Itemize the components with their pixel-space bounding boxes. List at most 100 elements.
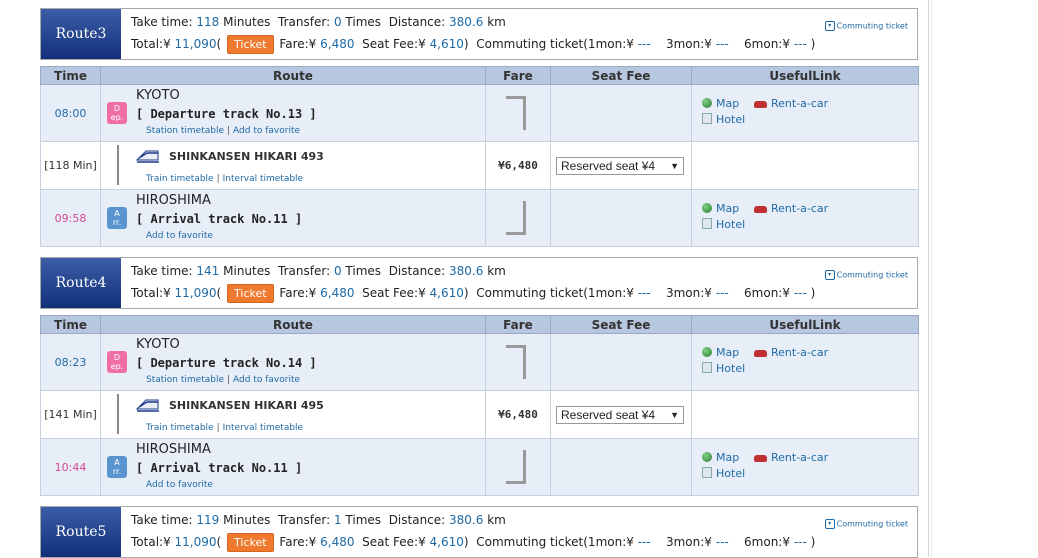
- add-favorite-link[interactable]: Add to favorite: [233, 126, 300, 136]
- total-value: 11,090: [174, 286, 217, 300]
- add-favorite-link[interactable]: Add to favorite: [146, 480, 213, 490]
- total-value: 11,090: [174, 535, 217, 549]
- commuting-ticket-link[interactable]: ▾ Commuting ticket: [824, 519, 908, 529]
- rent-a-car-link[interactable]: Rent-a-car: [754, 346, 828, 359]
- route-badge[interactable]: Route4: [41, 258, 121, 308]
- th-route: Route: [100, 315, 486, 334]
- train-fare: ¥6,480: [485, 141, 551, 190]
- route-summary-line2: Total:¥ 11,090( Ticket Fare:¥ 6,480 Seat…: [131, 533, 815, 552]
- departure-time: 08:23: [40, 333, 101, 391]
- page-divider-2: [931, 0, 932, 557]
- seat-fee-value: 4,610: [429, 535, 464, 549]
- station-links: Add to favorite: [146, 231, 213, 241]
- hotel-link[interactable]: Hotel: [702, 113, 745, 126]
- commuting-ticket-link-label: Commuting ticket: [836, 21, 908, 31]
- car-icon: [754, 206, 767, 213]
- rent-a-car-link[interactable]: Rent-a-car: [754, 202, 828, 215]
- distance-value: 380.6: [449, 15, 484, 29]
- th-seat-fee: Seat Fee: [550, 66, 692, 85]
- chevron-down-icon: ▼: [670, 409, 679, 420]
- map-link[interactable]: Map: [702, 346, 739, 359]
- fare-bracket-cell: [485, 189, 551, 247]
- fare-bracket-bottom: [506, 450, 526, 484]
- useful-links-departure: Map Rent-a-car Hotel: [691, 333, 919, 391]
- distance-value: 380.6: [449, 264, 484, 278]
- add-favorite-link[interactable]: Add to favorite: [146, 231, 213, 241]
- globe-icon: [702, 203, 712, 213]
- train-timetable-link[interactable]: Train timetable: [146, 423, 214, 433]
- seat-type-value: Reserved seat ¥4: [561, 158, 656, 173]
- hotel-icon: [702, 467, 712, 478]
- station-timetable-link[interactable]: Station timetable: [146, 126, 224, 136]
- station-timetable-link[interactable]: Station timetable: [146, 375, 224, 385]
- hotel-link[interactable]: Hotel: [702, 467, 745, 480]
- route-summary-line2: Total:¥ 11,090( Ticket Fare:¥ 6,480 Seat…: [131, 35, 815, 54]
- fare-bracket-top: [506, 96, 526, 130]
- train-cell: SHINKANSEN HIKARI 493 Train timetable | In…: [100, 141, 486, 190]
- take-time-label: Take time:: [131, 15, 193, 29]
- fare-bracket-cell: [485, 84, 551, 142]
- hotel-link[interactable]: Hotel: [702, 362, 745, 375]
- distance-label: Distance:: [388, 15, 446, 29]
- hotel-icon: [702, 218, 712, 229]
- seat-fee-empty: [550, 438, 692, 496]
- commuting-3mon-label: 3mon:¥: [665, 37, 712, 51]
- route-badge[interactable]: Route5: [41, 507, 121, 557]
- seat-type-select[interactable]: Reserved seat ¥4 ▼: [556, 156, 684, 175]
- add-favorite-link[interactable]: Add to favorite: [233, 375, 300, 385]
- departure-station-cell: Dep. KYOTO [ Departure track No.13 ] Sta…: [100, 84, 486, 142]
- take-time-value: 118: [196, 15, 220, 29]
- route-summary-line1: Take time: 118 Minutes Transfer: 0 Times…: [131, 15, 506, 29]
- arrival-station-cell: Arr. HIROSHIMA [ Arrival track No.11 ] A…: [100, 438, 486, 496]
- seat-type-select[interactable]: Reserved seat ¥4 ▼: [556, 405, 684, 424]
- train-name[interactable]: SHINKANSEN HIKARI 493: [169, 150, 324, 163]
- take-time-value: 141: [196, 264, 220, 278]
- total-value: 11,090: [174, 37, 217, 51]
- fare-bracket-top: [506, 345, 526, 379]
- ticket-button[interactable]: Ticket: [227, 35, 274, 54]
- globe-icon: [702, 452, 712, 462]
- th-useful-link: UsefulLink: [691, 315, 919, 334]
- interval-timetable-link[interactable]: Interval timetable: [223, 174, 303, 184]
- ticket-button[interactable]: Ticket: [227, 533, 274, 552]
- useful-links-arrival: Map Rent-a-car Hotel: [691, 438, 919, 496]
- seat-fee-value: 4,610: [429, 286, 464, 300]
- fare-bracket-bottom: [506, 201, 526, 235]
- route-block-4: Route4 Take time: 141 Minutes Transfer: …: [40, 257, 919, 496]
- seat-fee-value: 4,610: [429, 37, 464, 51]
- rent-a-car-link[interactable]: Rent-a-car: [754, 97, 828, 110]
- station-links: Station timetable | Add to favorite: [146, 375, 301, 385]
- minutes-label: Minutes: [223, 15, 271, 29]
- arrival-icon: Arr.: [107, 207, 127, 229]
- map-link[interactable]: Map: [702, 97, 739, 110]
- arrival-track: [ Arrival track No.11 ]: [136, 212, 303, 226]
- departure-station-name[interactable]: KYOTO: [136, 337, 180, 352]
- commuting-3mon-value: ---: [715, 37, 729, 51]
- map-link[interactable]: Map: [702, 202, 739, 215]
- arrival-time: 10:44: [40, 438, 101, 496]
- rent-a-car-link[interactable]: Rent-a-car: [754, 451, 828, 464]
- commuting-label: Commuting ticket(1mon:¥: [476, 37, 634, 51]
- departure-station-name[interactable]: KYOTO: [136, 88, 180, 103]
- commuting-ticket-link[interactable]: ▾ Commuting ticket: [824, 270, 908, 280]
- arrival-station-name[interactable]: HIROSHIMA: [136, 193, 211, 208]
- interval-timetable-link[interactable]: Interval timetable: [223, 423, 303, 433]
- route-badge[interactable]: Route3: [41, 9, 121, 59]
- hotel-link[interactable]: Hotel: [702, 218, 745, 231]
- useful-links-empty: [691, 390, 919, 439]
- fare-value: 6,480: [320, 37, 355, 51]
- car-icon: [754, 350, 767, 357]
- arrival-station-name[interactable]: HIROSHIMA: [136, 442, 211, 457]
- commuting-ticket-link[interactable]: ▾ Commuting ticket: [824, 21, 908, 31]
- station-links: Add to favorite: [146, 480, 213, 490]
- train-name[interactable]: SHINKANSEN HIKARI 495: [169, 399, 324, 412]
- ticket-button[interactable]: Ticket: [227, 284, 274, 303]
- commuting-ticket-icon: ▾: [824, 21, 835, 31]
- arrival-time: 09:58: [40, 189, 101, 247]
- chevron-down-icon: ▼: [670, 160, 679, 171]
- hotel-icon: [702, 362, 712, 373]
- train-timetable-link[interactable]: Train timetable: [146, 174, 214, 184]
- map-link[interactable]: Map: [702, 451, 739, 464]
- line-bar: [117, 145, 119, 185]
- commuting-ticket-icon: ▾: [824, 519, 835, 529]
